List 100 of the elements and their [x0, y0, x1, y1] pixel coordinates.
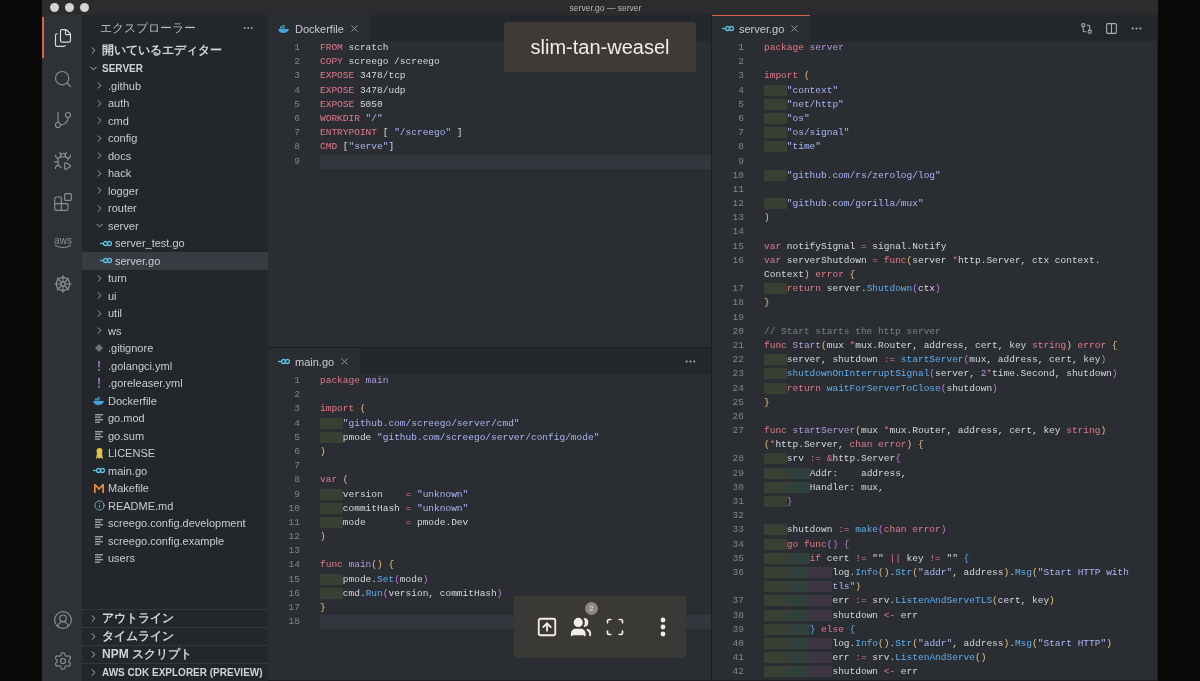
- close-icon[interactable]: [348, 23, 360, 34]
- tree-item[interactable]: ui: [82, 287, 268, 305]
- line-number: 15: [731, 239, 744, 254]
- line-number: 9: [293, 154, 300, 169]
- tree-item[interactable]: server: [82, 217, 268, 235]
- code-line: FROM scratch: [320, 41, 389, 55]
- tree-item[interactable]: screego.config.development: [82, 514, 268, 532]
- account-icon: [53, 609, 73, 630]
- section-header[interactable]: アウトライン: [82, 609, 268, 627]
- code-line: shutdown <- err: [764, 608, 918, 623]
- editor-tab[interactable]: server.go: [712, 15, 811, 41]
- code-line: pmode "github.com/screego/server/config/mode": [320, 430, 600, 445]
- tree-item[interactable]: users: [82, 549, 268, 567]
- editor-tab[interactable]: Dockerfile: [268, 15, 370, 41]
- line-number: 18: [287, 615, 300, 630]
- line-number: 10: [731, 168, 744, 183]
- whale-icon: [93, 396, 105, 405]
- tree-item[interactable]: server.go: [82, 252, 268, 270]
- tree-item[interactable]: ws: [82, 322, 268, 340]
- line-number: 8: [293, 140, 300, 155]
- maximize-button[interactable]: [80, 3, 89, 12]
- code-line: package server: [764, 41, 844, 55]
- line-number: 3: [737, 69, 744, 84]
- files-icon: [53, 27, 73, 48]
- code-line: EXPOSE 5050: [320, 97, 383, 112]
- line-number: 16: [731, 253, 744, 268]
- code-line: cmd.Run(version, commitHash): [320, 586, 503, 601]
- tree-item[interactable]: LICENSE: [82, 444, 268, 462]
- code-line: shutdown <- err: [764, 665, 918, 680]
- section-header[interactable]: 開いているエディター: [82, 41, 268, 59]
- section-header[interactable]: タイムライン: [82, 627, 268, 645]
- tree-item[interactable]: config: [82, 129, 268, 147]
- branch-icon: [53, 109, 73, 130]
- tree-item[interactable]: util: [82, 304, 268, 322]
- bug-play-icon: [53, 150, 73, 171]
- tree-item[interactable]: README.md: [82, 497, 268, 515]
- code-line: server, shutdown := startServer(mux, address, cert, key): [764, 353, 1107, 368]
- section-header[interactable]: NPM スクリプト: [82, 645, 268, 663]
- exclamation-icon: [97, 360, 101, 371]
- code-line: if cert != "" || key != "" {: [764, 551, 970, 566]
- tree-item[interactable]: screego.config.example: [82, 532, 268, 550]
- tree-item[interactable]: Makefile: [82, 479, 268, 497]
- tree-item[interactable]: .gitignore: [82, 339, 268, 357]
- line-number: 5: [293, 97, 300, 112]
- code-line: func startServer(mux *mux.Router, address, cert, key string): [764, 424, 1107, 439]
- minimize-button[interactable]: [65, 3, 74, 12]
- tree-item[interactable]: server_test.go: [82, 234, 268, 252]
- line-number: 32: [731, 509, 744, 524]
- tree-item[interactable]: go.sum: [82, 427, 268, 445]
- editor-tab[interactable]: main.go: [268, 348, 361, 374]
- line-number: 23: [731, 367, 744, 382]
- tree-item[interactable]: .goreleaser.yml: [82, 374, 268, 392]
- line-number: 7: [293, 459, 300, 474]
- window-title: server.go — server: [568, 2, 643, 13]
- code-line: log.Info().Str("addr", address).Msg("Start HTTP with: [764, 565, 1129, 581]
- code-line: WORKDIR "/": [320, 111, 383, 126]
- code-line: "net/http": [764, 97, 844, 112]
- compare-button[interactable]: [1080, 21, 1093, 35]
- tree-item[interactable]: .golangci.yml: [82, 357, 268, 375]
- section-header[interactable]: AWS CDK EXPLORER (PREVIEW): [82, 663, 268, 681]
- tree-item[interactable]: main.go: [82, 462, 268, 480]
- line-number: 42: [731, 665, 744, 680]
- go-file-icon: [722, 25, 734, 32]
- split-editor-button[interactable]: [1105, 21, 1118, 35]
- code-line: Handler: mux,: [764, 480, 884, 495]
- go-file-icon: [100, 257, 112, 265]
- aws-button[interactable]: aws: [42, 222, 82, 263]
- close-button[interactable]: [50, 3, 59, 12]
- close-icon[interactable]: [789, 23, 801, 34]
- line-number: 11: [287, 515, 300, 530]
- tree-item[interactable]: turn: [82, 269, 268, 287]
- code-line: srv := &http.Server{: [764, 452, 901, 467]
- code-line: ): [320, 444, 326, 459]
- line-number: 2: [293, 388, 300, 403]
- exclamation-icon: [97, 378, 101, 389]
- tree-item[interactable]: Dockerfile: [82, 392, 268, 410]
- line-number: 17: [731, 282, 744, 297]
- code-line: go func() {: [764, 537, 850, 552]
- lines-icon: [95, 431, 103, 441]
- tree-item[interactable]: docs: [82, 147, 268, 165]
- section-header[interactable]: SERVER: [82, 59, 268, 77]
- tree-item[interactable]: .github: [82, 77, 268, 95]
- close-icon[interactable]: [339, 356, 351, 367]
- line-number: 18: [731, 296, 744, 311]
- line-number: 29: [731, 466, 744, 481]
- lines-icon: [95, 553, 103, 563]
- code-line: (*http.Server, chan error) {: [764, 438, 924, 453]
- line-number: 4: [737, 83, 744, 98]
- tree-item[interactable]: auth: [82, 94, 268, 112]
- tree-item[interactable]: logger: [82, 182, 268, 200]
- code-line: var notifySignal = signal.Notify: [764, 239, 947, 254]
- tree-item[interactable]: cmd: [82, 112, 268, 130]
- line-number: 28: [731, 452, 744, 467]
- code-line: var serverShutdown = func(server *http.Server, ctx context.: [764, 253, 1101, 268]
- tree-item[interactable]: hack: [82, 164, 268, 182]
- tree-item[interactable]: router: [82, 199, 268, 217]
- line-number: 15: [287, 572, 300, 587]
- code-line: }: [320, 601, 326, 615]
- code-line: ENTRYPOINT [ "/screego" ]: [320, 126, 463, 141]
- tree-item[interactable]: go.mod: [82, 409, 268, 427]
